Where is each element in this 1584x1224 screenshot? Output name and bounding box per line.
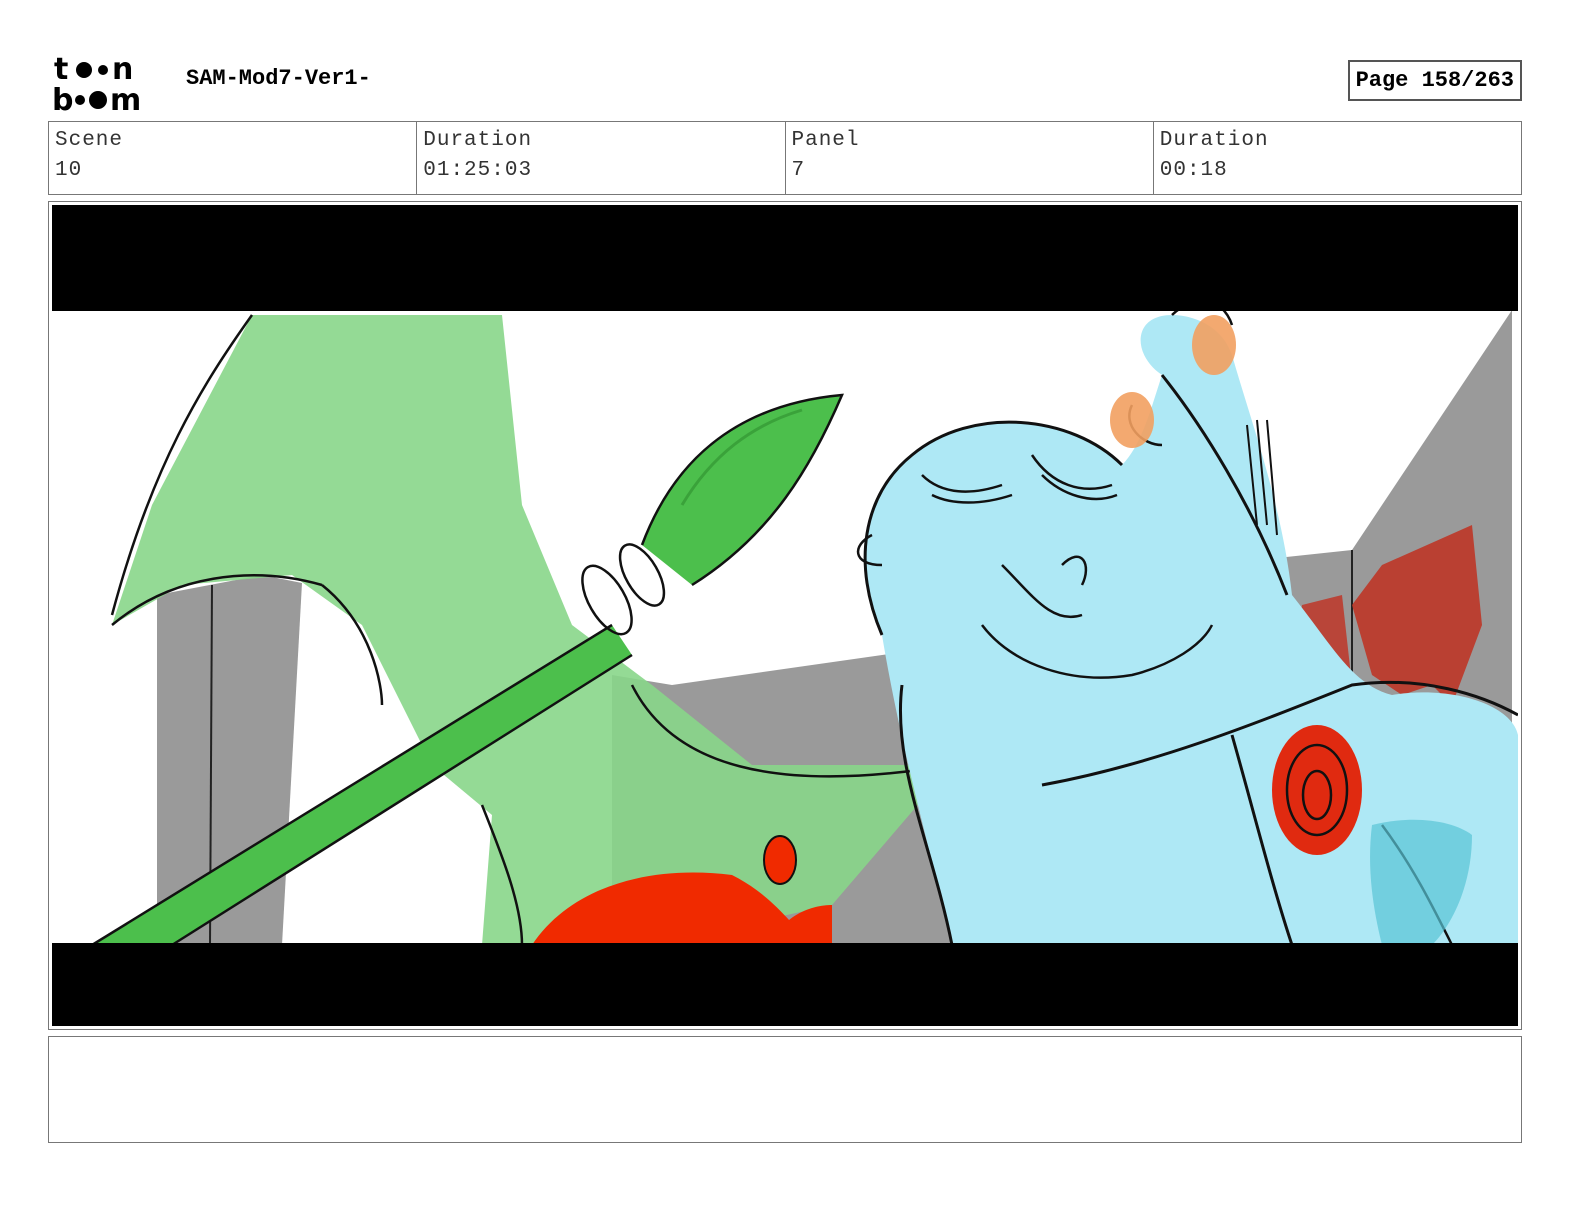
panel-notes-box[interactable] [48,1036,1522,1143]
toon-boom-logo: t n b m [52,52,141,112]
panel-drawing [52,205,1518,1026]
panel-label: Panel [791,129,860,152]
storyboard-panel [48,201,1522,1030]
scene-cell: Scene 10 [49,122,418,194]
storyboard-header: t n b m SAM-Mod7-Ver1- Page 158/263 [48,48,1522,114]
letterbox-top [52,205,1518,311]
scene-value: 10 [55,159,83,182]
scene-duration-cell: Duration 01:25:03 [417,122,786,194]
svg-text:t: t [54,52,68,87]
panel-cell: Panel 7 [786,122,1154,194]
panel-info-table: Scene 10 Duration 01:25:03 Panel 7 Durat… [48,121,1522,195]
svg-text:m: m [110,83,141,112]
svg-text:n: n [112,52,133,87]
scene-label: Scene [55,129,124,152]
panel-duration-label: Duration [1159,129,1269,152]
letterbox-bottom [52,943,1518,1026]
panel-value: 7 [791,159,806,182]
panel-duration-cell: Duration 00:18 [1154,122,1521,194]
orange-accent [1192,315,1236,375]
project-title: SAM-Mod7-Ver1- [186,66,371,91]
svg-text:b: b [52,83,73,112]
page-number: Page 158/263 [1347,60,1522,101]
scene-duration-value: 01:25:03 [423,159,533,182]
panel-duration-value: 00:18 [1159,159,1228,182]
scene-duration-label: Duration [423,129,533,152]
